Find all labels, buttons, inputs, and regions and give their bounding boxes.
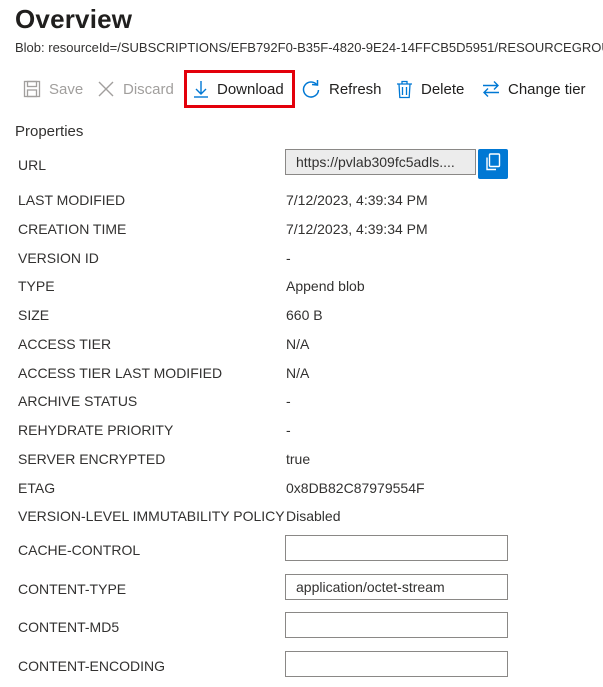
content-encoding-input[interactable] [285,651,508,677]
immutability-policy-label: VERSION-LEVEL IMMUTABILITY POLICY [18,508,285,524]
trash-icon [396,80,413,99]
rehydrate-priority-value: - [286,422,291,438]
refresh-label: Refresh [329,80,382,98]
last-modified-label: LAST MODIFIED [18,192,126,208]
access-tier-last-modified-value: N/A [286,365,310,381]
archive-status-value: - [286,393,291,409]
resource-id-subtitle: Blob: resourceId=/SUBSCRIPTIONS/EFB792F0… [15,40,603,55]
type-label: TYPE [18,278,55,294]
server-encrypted-label: SERVER ENCRYPTED [18,451,166,467]
refresh-icon [301,79,321,99]
content-type-label: CONTENT-TYPE [18,581,127,597]
delete-button[interactable]: Delete [396,70,464,108]
change-tier-button[interactable]: Change tier [482,70,586,108]
creation-time-value: 7/12/2023, 4:39:34 PM [286,221,428,237]
save-label: Save [49,80,84,98]
access-tier-last-modified-label: ACCESS TIER LAST MODIFIED [18,365,223,381]
archive-status-label: ARCHIVE STATUS [18,393,138,409]
swap-arrows-icon [482,80,500,98]
version-id-label: VERSION ID [18,250,99,266]
size-label: SIZE [18,307,50,323]
server-encrypted-value: true [286,451,311,467]
access-tier-label: ACCESS TIER [18,336,112,352]
last-modified-value: 7/12/2023, 4:39:34 PM [286,192,428,208]
rehydrate-priority-label: REHYDRATE PRIORITY [18,422,174,438]
url-label: URL [18,157,47,173]
close-icon [97,80,115,98]
properties-heading: Properties [15,123,84,140]
creation-time-label: CREATION TIME [18,221,127,237]
content-md5-input[interactable] [285,612,508,638]
save-icon [23,80,41,98]
download-label: Download [217,80,284,98]
refresh-button[interactable]: Refresh [301,70,382,108]
download-icon [193,80,209,98]
change-tier-label: Change tier [508,80,586,98]
url-field[interactable]: https://pvlab309fc5adls.... [285,149,476,175]
etag-value: 0x8DB82C87979554F [286,480,425,496]
version-id-value: - [286,250,291,266]
save-button[interactable]: Save [23,70,83,108]
content-type-input[interactable]: application/octet-stream [285,574,508,600]
page-title: Overview [15,4,133,34]
command-bar: Save Discard Download Refresh Delete Cha… [0,70,603,108]
content-md5-label: CONTENT-MD5 [18,619,120,635]
cache-control-input[interactable] [285,535,508,561]
copy-icon [485,152,501,176]
access-tier-value: N/A [286,336,310,352]
content-encoding-label: CONTENT-ENCODING [18,658,165,674]
immutability-policy-value: Disabled [286,508,341,524]
etag-label: ETAG [18,480,56,496]
delete-label: Delete [421,80,465,98]
copy-url-button[interactable] [478,149,508,179]
discard-button[interactable]: Discard [97,70,174,108]
size-value: 660 B [286,307,323,323]
type-value: Append blob [286,278,365,294]
cache-control-label: CACHE-CONTROL [18,542,141,558]
discard-label: Discard [123,80,174,98]
download-button[interactable]: Download [184,70,295,108]
